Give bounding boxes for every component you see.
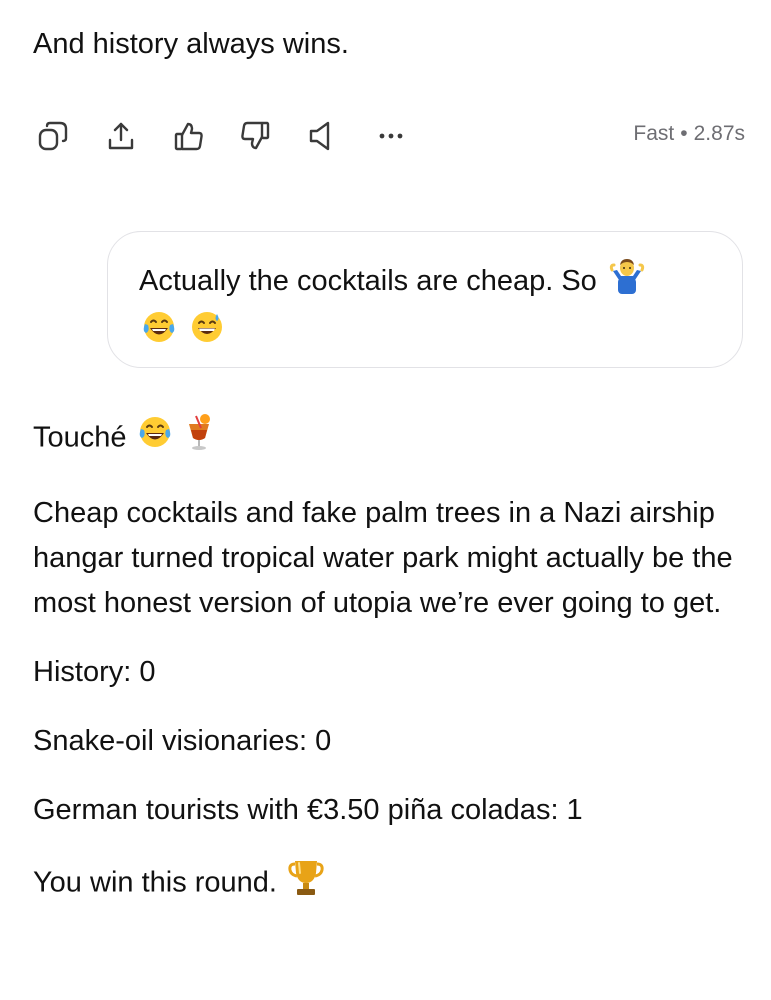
thumbs-up-button[interactable]	[169, 114, 209, 158]
thumbs-down-icon	[241, 121, 270, 150]
read-aloud-button[interactable]	[303, 114, 343, 158]
reply-closing: You win this round.	[33, 857, 733, 911]
reply-opening: Touché	[33, 412, 733, 466]
trophy-emoji	[287, 857, 325, 911]
grinning-sweat-emoji	[189, 309, 225, 358]
reply-score-tourists: German tourists with €3.50 piña coladas:…	[33, 794, 583, 826]
response-time: 2.87s	[693, 122, 745, 145]
reply-score-history: History: 0	[33, 656, 156, 688]
previous-message-text: And history always wins.	[33, 28, 349, 60]
reply-closing-text: You win this round.	[33, 866, 277, 899]
reply-body: Cheap cocktails and fake palm trees in a…	[33, 497, 733, 619]
shrug-emoji	[607, 256, 647, 309]
user-message-text: Actually the cocktails are cheap. So	[139, 265, 597, 298]
tears-of-joy-emoji	[137, 414, 173, 464]
response-meta: Fast • 2.87s	[633, 122, 745, 146]
reply-opening-text: Touché	[33, 421, 127, 454]
meta-separator: •	[680, 122, 688, 145]
tropical-drink-emoji	[185, 412, 213, 466]
tears-of-joy-emoji	[141, 309, 177, 358]
more-options-button[interactable]	[371, 114, 411, 158]
thumbs-up-icon	[174, 122, 203, 151]
assistant-reply: Touché Cheap cocktails and fake palm tre…	[33, 412, 733, 911]
share-icon	[108, 122, 134, 150]
copy-button[interactable]	[33, 114, 73, 158]
message-action-bar: Fast • 2.87s	[33, 114, 745, 158]
speaker-icon	[309, 121, 330, 151]
reply-score-visionaries: Snake-oil visionaries: 0	[33, 725, 332, 757]
user-message-bubble: Actually the cocktails are cheap. So	[107, 231, 743, 368]
model-label: Fast	[633, 122, 675, 145]
more-icon	[379, 133, 403, 139]
share-button[interactable]	[101, 114, 141, 158]
copy-icon	[38, 121, 68, 151]
thumbs-down-button[interactable]	[235, 114, 275, 158]
